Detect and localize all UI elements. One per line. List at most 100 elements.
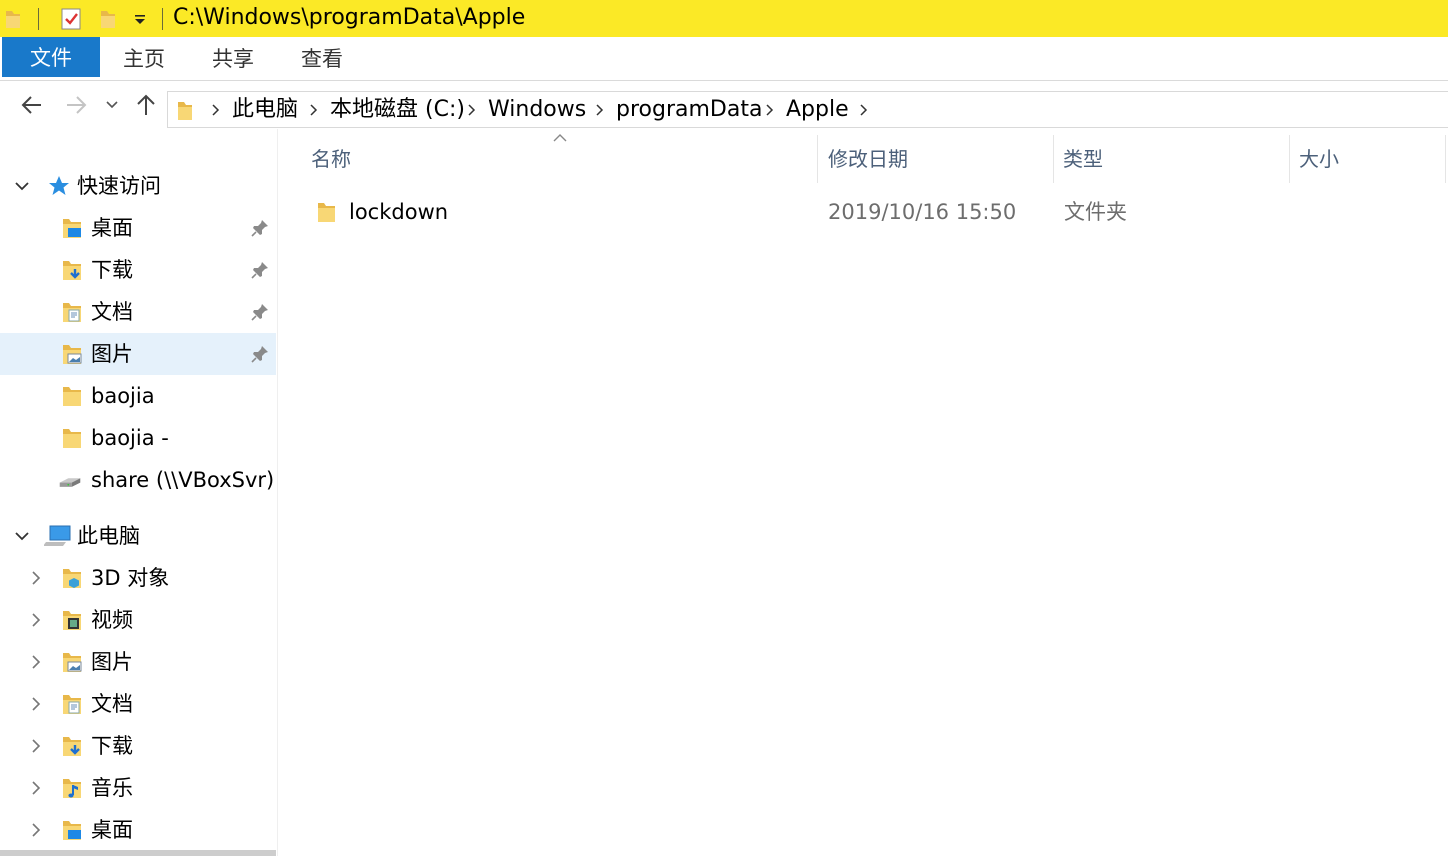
horizontal-scrollbar[interactable] bbox=[0, 850, 276, 856]
chevron-right-icon[interactable] bbox=[28, 822, 44, 838]
network-drive-icon bbox=[59, 478, 81, 487]
breadcrumb-chevron-icon[interactable] bbox=[594, 104, 604, 116]
tab-home[interactable]: 主页 bbox=[110, 37, 178, 77]
recent-locations-button[interactable] bbox=[100, 89, 124, 121]
sort-ascending-icon bbox=[553, 134, 567, 142]
sidebar-item-label: 快速访问 bbox=[77, 174, 161, 198]
sidebar-item-label: 桌面 bbox=[91, 818, 133, 842]
file-list: 名称 修改日期 类型 大小 lockdown 2019/10/16 15:50 … bbox=[279, 129, 1448, 856]
chevron-right-icon[interactable] bbox=[28, 654, 44, 670]
folder-icon bbox=[63, 387, 81, 406]
desktop-folder-icon bbox=[63, 821, 81, 840]
sidebar-item-baojia-dash[interactable]: baojia - bbox=[0, 417, 276, 459]
pin-icon[interactable] bbox=[250, 344, 270, 364]
breadcrumb-windows[interactable]: Windows bbox=[488, 96, 586, 124]
folder-icon bbox=[2, 0, 24, 37]
music-folder-icon bbox=[63, 779, 81, 798]
sidebar-item-label: share (\\VBoxSvr) ( bbox=[91, 468, 278, 492]
sidebar-item-label: baojia bbox=[91, 384, 155, 408]
tab-view[interactable]: 查看 bbox=[288, 37, 356, 77]
documents-folder-icon bbox=[63, 303, 81, 322]
customize-toolbar-icon[interactable] bbox=[128, 0, 152, 37]
computer-icon bbox=[44, 525, 71, 546]
sidebar-item-label: 文档 bbox=[91, 300, 133, 324]
sidebar-item-label: 视频 bbox=[91, 608, 133, 632]
sidebar-item-label: 3D 对象 bbox=[91, 566, 170, 590]
ribbon-tabs: 文件 主页 共享 查看 bbox=[0, 37, 1448, 81]
properties-icon[interactable] bbox=[58, 0, 84, 37]
file-type: 文件夹 bbox=[1064, 200, 1127, 224]
sidebar-item-documents-pc[interactable]: 文档 bbox=[0, 683, 276, 725]
pin-icon[interactable] bbox=[250, 260, 270, 280]
pictures-folder-icon bbox=[63, 345, 82, 364]
documents-folder-icon bbox=[63, 695, 81, 714]
breadcrumb-local-disk[interactable]: 本地磁盘 (C:) bbox=[330, 96, 465, 124]
column-header-size[interactable]: 大小 bbox=[1299, 145, 1339, 173]
forward-button[interactable] bbox=[58, 89, 94, 121]
up-button[interactable] bbox=[128, 89, 164, 121]
chevron-right-icon[interactable] bbox=[28, 570, 44, 586]
tab-file[interactable]: 文件 bbox=[2, 37, 100, 77]
chevron-down-icon[interactable] bbox=[14, 178, 30, 194]
column-header-name[interactable]: 名称 bbox=[311, 145, 351, 173]
sidebar-item-desktop[interactable]: 桌面 bbox=[0, 207, 276, 249]
sidebar-item-label: 下载 bbox=[91, 258, 133, 282]
sidebar-item-this-pc[interactable]: 此电脑 bbox=[0, 515, 276, 557]
chevron-down-icon[interactable] bbox=[14, 528, 30, 544]
sidebar-item-label: 文档 bbox=[91, 692, 133, 716]
folder-icon bbox=[63, 429, 81, 448]
3d-objects-folder-icon bbox=[63, 569, 81, 588]
chevron-right-icon[interactable] bbox=[28, 696, 44, 712]
navigation-pane: 快速访问 桌面 下载 文档 图片 baojia baojia - share (… bbox=[0, 129, 278, 856]
sidebar-item-pictures-pc[interactable]: 图片 bbox=[0, 641, 276, 683]
sidebar-item-3d-objects[interactable]: 3D 对象 bbox=[0, 557, 276, 599]
downloads-folder-icon bbox=[63, 737, 81, 756]
address-bar[interactable]: 此电脑 本地磁盘 (C:) Windows programData Apple bbox=[167, 91, 1448, 128]
chevron-right-icon[interactable] bbox=[28, 612, 44, 628]
pictures-folder-icon bbox=[63, 653, 82, 672]
sidebar-item-downloads-pc[interactable]: 下载 bbox=[0, 725, 276, 767]
new-folder-icon[interactable] bbox=[96, 0, 122, 37]
chevron-right-icon[interactable] bbox=[28, 738, 44, 754]
sidebar-item-downloads[interactable]: 下载 bbox=[0, 249, 276, 291]
title-bar: C:\Windows\programData\Apple bbox=[0, 0, 1448, 37]
downloads-folder-icon bbox=[63, 261, 81, 280]
sidebar-item-label: 图片 bbox=[91, 342, 133, 366]
sidebar-item-share[interactable]: share (\\VBoxSvr) ( bbox=[0, 459, 278, 501]
pin-icon[interactable] bbox=[250, 218, 270, 238]
sidebar-item-label: 音乐 bbox=[91, 776, 133, 800]
chevron-down-icon bbox=[106, 101, 118, 109]
folder-icon bbox=[178, 102, 192, 120]
breadcrumb-chevron-icon bbox=[212, 104, 220, 116]
sidebar-item-desktop-pc[interactable]: 桌面 bbox=[0, 809, 276, 851]
sidebar-item-label: 桌面 bbox=[91, 216, 133, 240]
sidebar-item-videos[interactable]: 视频 bbox=[0, 599, 276, 641]
pin-icon[interactable] bbox=[250, 302, 270, 322]
desktop-folder-icon bbox=[63, 219, 81, 238]
up-arrow-icon bbox=[137, 94, 155, 115]
sidebar-item-label: 此电脑 bbox=[77, 524, 140, 548]
back-button[interactable] bbox=[14, 89, 50, 121]
sidebar-item-quick-access[interactable]: 快速访问 bbox=[0, 165, 276, 207]
window-title: C:\Windows\programData\Apple bbox=[173, 5, 526, 30]
breadcrumb-chevron-icon[interactable] bbox=[466, 104, 476, 116]
breadcrumb-chevron-icon[interactable] bbox=[858, 104, 868, 116]
sidebar-item-baojia[interactable]: baojia bbox=[0, 375, 276, 417]
column-header-modified[interactable]: 修改日期 bbox=[828, 145, 908, 173]
chevron-right-icon[interactable] bbox=[28, 780, 44, 796]
sidebar-item-label: baojia - bbox=[91, 426, 169, 450]
table-row[interactable]: lockdown 2019/10/16 15:50 文件夹 bbox=[309, 192, 1209, 232]
sidebar-item-label: 图片 bbox=[91, 650, 133, 674]
tab-share[interactable]: 共享 bbox=[199, 37, 267, 77]
breadcrumb-programdata[interactable]: programData bbox=[616, 96, 762, 124]
videos-folder-icon bbox=[63, 611, 81, 630]
file-name[interactable]: lockdown bbox=[349, 198, 448, 226]
sidebar-item-music[interactable]: 音乐 bbox=[0, 767, 276, 809]
breadcrumb-apple[interactable]: Apple bbox=[786, 96, 849, 124]
breadcrumb-this-pc[interactable]: 此电脑 bbox=[232, 96, 298, 124]
breadcrumb-chevron-icon[interactable] bbox=[764, 104, 774, 116]
column-header-type[interactable]: 类型 bbox=[1063, 145, 1103, 173]
breadcrumb-chevron-icon[interactable] bbox=[308, 104, 318, 116]
sidebar-item-documents[interactable]: 文档 bbox=[0, 291, 276, 333]
sidebar-item-pictures[interactable]: 图片 bbox=[0, 333, 276, 375]
